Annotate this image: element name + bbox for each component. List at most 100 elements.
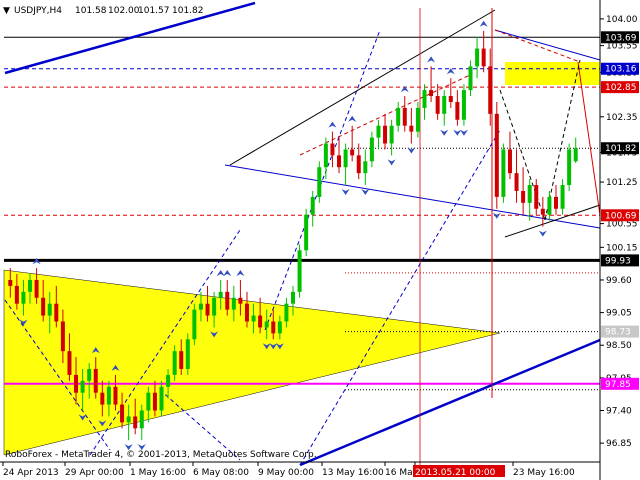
candle-body: [93, 368, 98, 393]
candle-body: [356, 155, 361, 174]
candle-body: [402, 107, 407, 126]
price-tick-label: 98.50: [606, 341, 632, 351]
candle-body: [139, 410, 144, 429]
time-tick-label: 23 May 16:00: [513, 468, 575, 478]
price-tick-label: 96.85: [606, 439, 632, 449]
candle-body: [304, 214, 309, 251]
candle-body: [34, 279, 39, 298]
candle-body: [133, 416, 138, 429]
candle-body: [409, 125, 414, 132]
candle-body: [54, 303, 59, 322]
candle-body: [389, 125, 394, 144]
price-tick-label: 99.05: [606, 309, 632, 319]
price-chart[interactable]: 104.00103.55103.10102.35101.75101.25100.…: [0, 0, 640, 480]
header-open: 101.58: [75, 6, 107, 16]
candle-body: [192, 309, 197, 340]
time-tick-label: 9 May 00:00: [258, 468, 314, 478]
candle-body: [468, 66, 473, 91]
candle-body: [179, 351, 184, 369]
candle-body: [185, 339, 190, 369]
candle-body: [258, 315, 263, 328]
candle-body: [560, 185, 565, 209]
candle-body: [514, 173, 519, 191]
candle-body: [337, 155, 342, 168]
candle-body: [507, 149, 512, 174]
time-tick-label: 13 May 16:00: [322, 468, 384, 478]
candle-body: [369, 137, 374, 162]
candle-body: [225, 291, 230, 310]
price-tick-label: 104.00: [606, 15, 638, 25]
price-label-text: 103.69: [605, 33, 637, 43]
candle-body: [271, 321, 276, 334]
candle-body: [527, 185, 532, 203]
candle-body: [80, 380, 85, 393]
price-labels: 103.69 103.16 102.85 101.82 100.69 99.93 98.73…: [601, 31, 639, 390]
time-tick-label: 1 May 16:00: [130, 468, 186, 478]
symbol-icon: ▼: [3, 6, 10, 16]
candle-body: [475, 48, 480, 67]
candle-body: [435, 96, 440, 114]
candle-body: [28, 279, 33, 292]
candle-body: [126, 416, 131, 423]
candle-body: [238, 297, 243, 304]
candle-body: [415, 107, 420, 132]
candle-body: [14, 285, 19, 304]
time-tick-label: 29 Apr 00:00: [65, 468, 124, 478]
candle-body: [553, 196, 558, 209]
candle-body: [251, 315, 256, 322]
price-label-text: 98.73: [605, 328, 631, 338]
target-zone: [505, 62, 600, 85]
candle-body: [461, 90, 466, 120]
candle-body: [350, 149, 355, 156]
candle-body: [317, 167, 322, 197]
candle-body: [481, 48, 486, 67]
price-label-text: 101.82: [605, 144, 637, 154]
time-tick-label: 24 Apr 2013: [3, 468, 59, 478]
header-symbol: USDJPY,H4: [14, 6, 62, 16]
header-high: 102.00: [108, 6, 140, 16]
candle-body: [21, 291, 26, 304]
candle-body: [172, 351, 177, 375]
candle-body: [41, 297, 46, 316]
candle-body: [166, 374, 171, 387]
candle-body: [376, 125, 381, 138]
price-label-text: 103.16: [605, 65, 637, 75]
price-label-text: 97.85: [605, 380, 631, 390]
candle-body: [547, 196, 552, 215]
candle-body: [521, 190, 526, 203]
candle-body: [159, 386, 164, 411]
price-tick-label: 99.60: [606, 276, 632, 286]
candle-body: [113, 386, 118, 405]
price-tick-label: 101.25: [606, 178, 638, 188]
candle-body: [67, 351, 72, 375]
candle-body: [106, 386, 111, 405]
candle-body: [8, 279, 13, 286]
price-label-text: 99.93: [605, 256, 631, 266]
candle-body: [60, 321, 65, 352]
time-tick-label: 6 May 08:00: [193, 468, 249, 478]
candle-body: [212, 297, 217, 316]
price-label-text: 100.69: [605, 211, 637, 221]
candle-body: [264, 321, 269, 328]
candle-body: [330, 143, 335, 156]
candle-body: [540, 208, 545, 215]
candle-body: [152, 392, 157, 411]
candle-body: [198, 303, 203, 310]
candle-body: [501, 149, 506, 197]
candle-body: [291, 291, 295, 304]
candle-body: [47, 303, 52, 316]
candle-body: [277, 321, 282, 334]
candle-body: [363, 161, 368, 174]
candle-body: [323, 143, 328, 168]
candle-body: [100, 392, 105, 405]
candle-body: [310, 196, 315, 215]
candle-body: [146, 392, 151, 411]
candle-body: [455, 101, 460, 120]
candle-body: [383, 125, 388, 144]
price-tick-label: 102.35: [606, 113, 638, 123]
candle-body: [429, 90, 434, 97]
candle-body: [74, 374, 79, 393]
time-marker-label: 2013.05.21 00:00: [415, 468, 496, 478]
candle-body: [422, 90, 427, 108]
candle-body: [494, 113, 499, 197]
